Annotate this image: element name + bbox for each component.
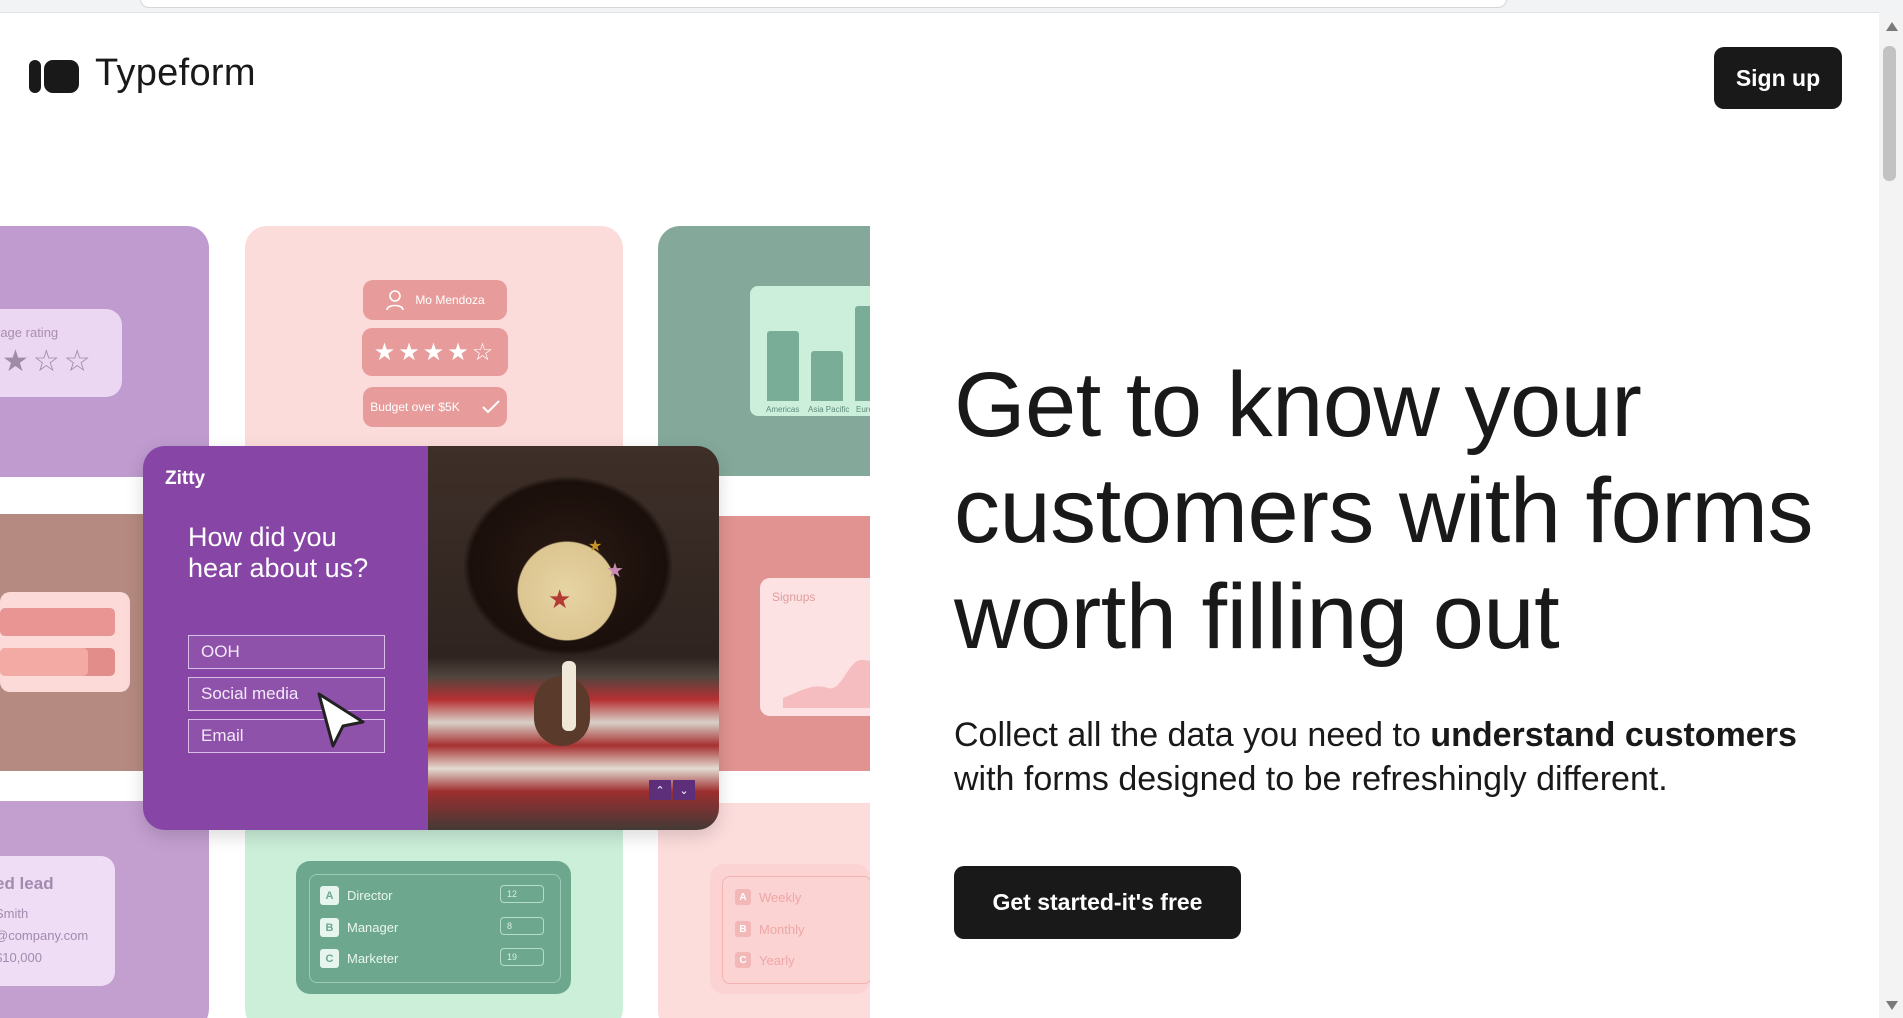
photo-star-decoration: ★ (606, 560, 624, 582)
signups-card: Signups (760, 578, 870, 716)
option-key: B (320, 918, 339, 937)
lead-title: ed lead (0, 874, 54, 893)
form-question: How did you hear about us? (188, 522, 369, 583)
form-panel: Zitty How did you hear about us? OOH Soc… (143, 446, 428, 830)
frequency-option: A Weekly (735, 889, 801, 905)
option-key: C (735, 952, 751, 968)
signup-button[interactable]: Sign up (1714, 47, 1842, 109)
scroll-up-icon[interactable] (1886, 22, 1898, 31)
role-option: B Manager (320, 918, 398, 937)
option-key: A (735, 889, 751, 905)
chevron-down-icon[interactable]: ⌄ (673, 780, 695, 800)
option-label: Monthly (759, 921, 805, 937)
option-label: Weekly (759, 889, 802, 905)
option-count: 12 (500, 885, 544, 903)
option-label: Yearly (759, 952, 795, 968)
lead-line: Smith (0, 906, 29, 921)
rating-stars: ★☆☆ (2, 345, 95, 378)
lead-line: @company.com (0, 928, 89, 943)
person-icon (386, 290, 405, 311)
chart-label: Asia Pacific (808, 405, 850, 414)
option-count: 8 (500, 917, 544, 935)
option-key: A (320, 886, 339, 905)
get-started-button[interactable]: Get started-it's free (954, 866, 1241, 939)
chart-label: Americas (766, 405, 800, 414)
signups-title: Signups (772, 590, 816, 604)
profile-name: Mo Mendoza (415, 293, 485, 307)
hero-title: Get to know your customers with forms wo… (954, 354, 1814, 668)
option-key: C (320, 949, 339, 968)
chevron-up-icon[interactable]: ⌃ (649, 780, 671, 800)
cursor-icon (317, 692, 365, 748)
profile-chip: Mo Mendoza (363, 280, 507, 320)
scroll-down-icon[interactable] (1886, 1001, 1898, 1010)
photo-star-decoration: ★ (588, 538, 603, 555)
chart-bar (811, 351, 843, 401)
row-bar (0, 608, 115, 636)
lead-line: $10,000 (0, 950, 42, 965)
row-bar (0, 648, 88, 676)
photo-star-decoration: ★ (548, 584, 572, 614)
option-count: 19 (500, 948, 544, 966)
form-option: OOH (188, 635, 385, 669)
role-option: A Director (320, 886, 393, 905)
hero-subtitle-text: with forms designed to be refreshingly d… (954, 760, 1668, 798)
form-brand: Zitty (165, 468, 206, 489)
photo-mirror-handle (562, 661, 576, 731)
rating-label: rage rating (0, 325, 59, 340)
scroll-thumb[interactable] (1883, 46, 1896, 181)
frequency-option: B Monthly (735, 921, 805, 937)
form-nav: ⌃ ⌄ (647, 780, 695, 800)
logo-text[interactable]: Typeform (95, 52, 256, 95)
chart-bar (767, 331, 799, 401)
review-stars: ★★★★☆ (362, 328, 508, 376)
check-icon (481, 400, 500, 414)
chart-label: Euro (856, 405, 870, 414)
typeform-logo-icon[interactable] (29, 60, 79, 93)
budget-label: Budget over $5K (370, 400, 460, 414)
budget-chip: Budget over $5K (363, 387, 507, 427)
hero-subtitle-emphasis: understand customers (1430, 716, 1797, 754)
role-option: C Marketer (320, 949, 398, 968)
hero-subtitle: Collect all the data you need to underst… (954, 713, 1854, 801)
signups-area-chart (783, 659, 870, 708)
address-bar[interactable] (140, 0, 1507, 8)
option-label: Director (347, 888, 393, 903)
form-preview-card: Zitty How did you hear about us? OOH Soc… (143, 446, 719, 830)
chart-bar (855, 306, 870, 401)
hero-subtitle-text: Collect all the data you need to (954, 716, 1431, 754)
region-chart-card: Americas Asia Pacific Euro (750, 286, 870, 416)
form-photo: ★ ★ ★ ⌃ ⌄ (428, 446, 719, 830)
frequency-option: C Yearly (735, 952, 795, 968)
option-label: Marketer (347, 951, 399, 966)
option-key: B (735, 921, 751, 937)
option-label: Manager (347, 920, 399, 935)
rows-card (0, 592, 130, 692)
